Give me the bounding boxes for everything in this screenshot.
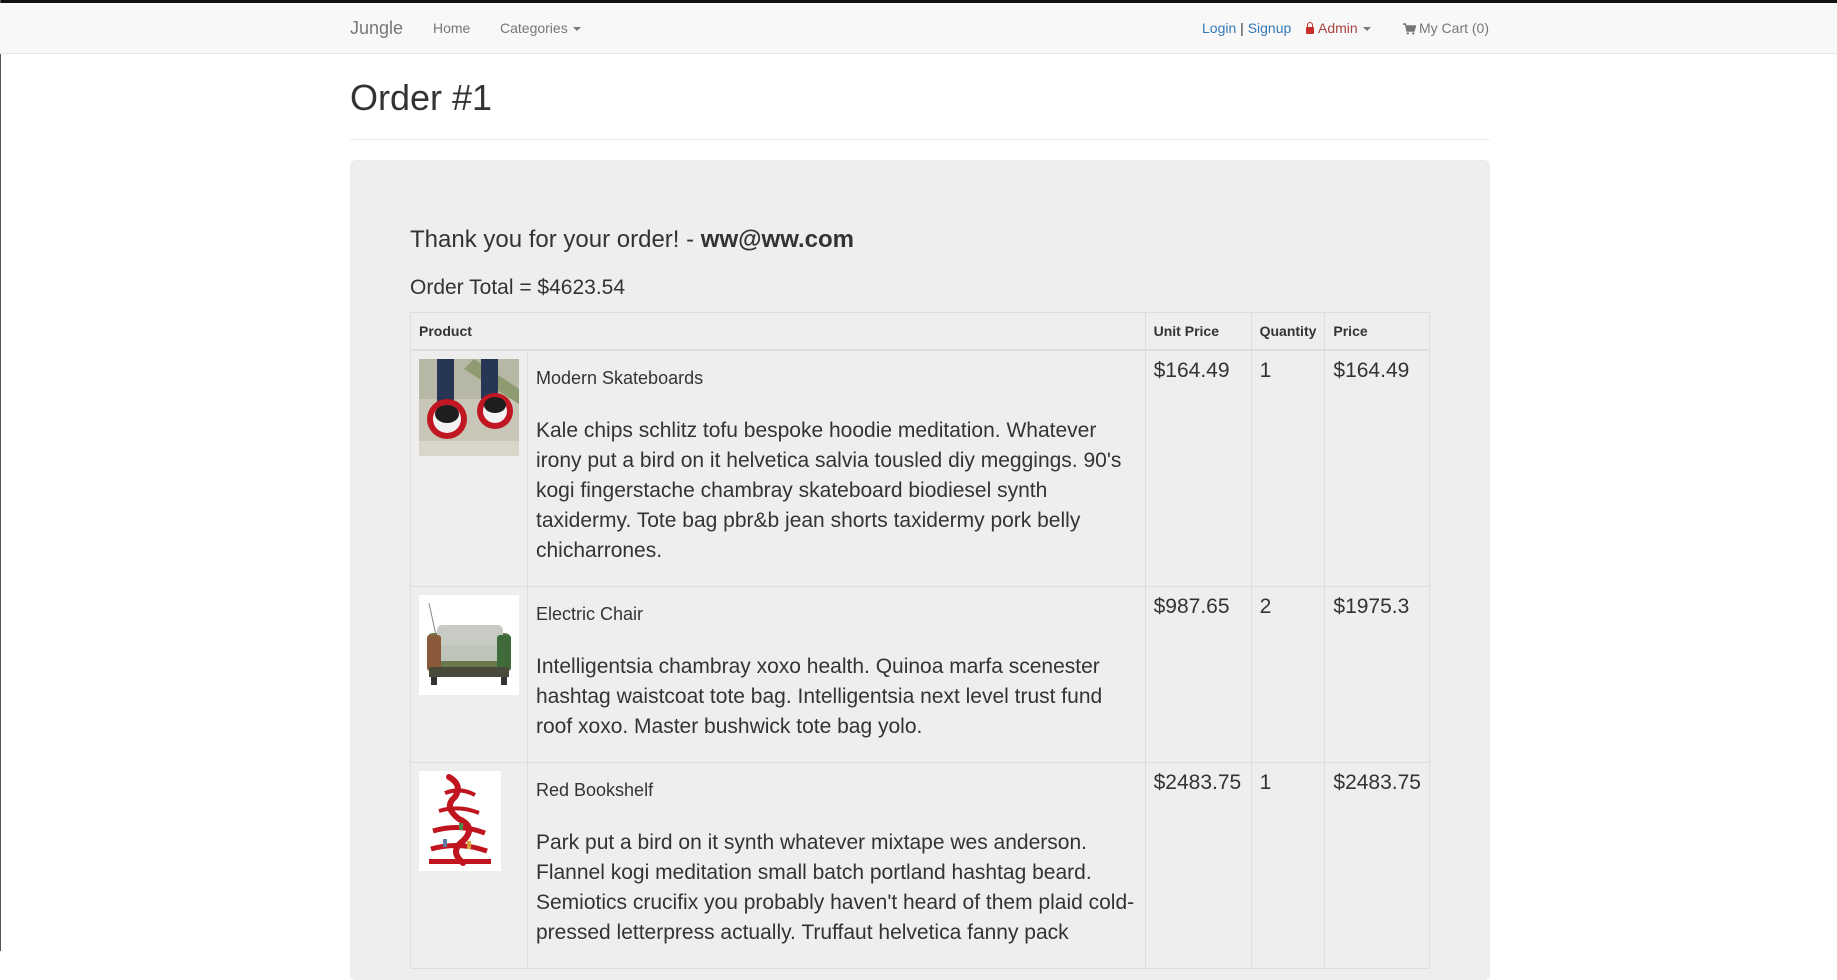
red-bookshelf-product-image bbox=[419, 771, 501, 871]
caret-down-icon bbox=[1362, 27, 1371, 32]
product-details-cell: Red Bookshelf Park put a bird on it synt… bbox=[527, 762, 1146, 969]
price-cell: $164.49 bbox=[1324, 349, 1430, 587]
product-image-cell bbox=[410, 586, 528, 763]
skateboard-product-image bbox=[419, 359, 519, 456]
admin-dropdown[interactable]: Admin bbox=[1306, 3, 1371, 53]
top-navbar: Jungle Home Categories Login | Signup Ad… bbox=[0, 3, 1837, 54]
product-name: Modern Skateboards bbox=[536, 368, 704, 388]
order-summary-panel: Thank you for your order! - ww@ww.com Or… bbox=[350, 160, 1490, 980]
table-row: Red Bookshelf Park put a bird on it synt… bbox=[410, 762, 1430, 969]
unit-price-cell: $164.49 bbox=[1144, 349, 1252, 587]
unit-price-cell: $2483.75 bbox=[1144, 762, 1252, 969]
product-image-cell bbox=[410, 349, 528, 587]
product-name: Electric Chair bbox=[536, 604, 644, 624]
thank-you-message: Thank you for your order! - ww@ww.com bbox=[410, 226, 854, 253]
product-description: Intelligentsia chambray xoxo health. Qui… bbox=[536, 655, 1103, 738]
thank-you-text: Thank you for your order! - bbox=[410, 226, 701, 253]
column-header-quantity: Quantity bbox=[1250, 312, 1326, 351]
unit-price-cell: $987.65 bbox=[1144, 586, 1252, 763]
signup-link[interactable]: Signup bbox=[1248, 20, 1292, 36]
page-header: Order #1 bbox=[350, 56, 1490, 140]
product-details-cell: Modern Skateboards Kale chips schlitz to… bbox=[527, 349, 1146, 587]
brand-link[interactable]: Jungle bbox=[350, 3, 403, 53]
price-cell: $1975.3 bbox=[1324, 586, 1430, 763]
auth-links: Login | Signup bbox=[1202, 3, 1291, 53]
window-left-border bbox=[0, 0, 1, 951]
product-name: Red Bookshelf bbox=[536, 780, 654, 800]
nav-home-link[interactable]: Home bbox=[433, 3, 470, 53]
auth-separator: | bbox=[1240, 20, 1244, 36]
lock-icon bbox=[1306, 22, 1314, 34]
page-title: Order #1 bbox=[350, 77, 493, 118]
column-header-product: Product bbox=[410, 312, 1146, 351]
login-link[interactable]: Login bbox=[1202, 20, 1236, 36]
product-description: Kale chips schlitz tofu bespoke hoodie m… bbox=[536, 419, 1122, 562]
shopping-cart-icon bbox=[1403, 23, 1417, 35]
product-description: Park put a bird on it synth whatever mix… bbox=[536, 831, 1135, 944]
quantity-cell: 1 bbox=[1250, 762, 1326, 969]
quantity-cell: 1 bbox=[1250, 349, 1326, 587]
column-header-price: Price bbox=[1324, 312, 1430, 351]
table-row: Modern Skateboards Kale chips schlitz to… bbox=[410, 349, 1430, 587]
nav-categories-label: Categories bbox=[500, 20, 568, 36]
customer-email: ww@ww.com bbox=[700, 226, 854, 253]
order-items-table: Product Unit Price Quantity Price Modern… bbox=[410, 312, 1430, 969]
price-cell: $2483.75 bbox=[1324, 762, 1430, 969]
order-total: Order Total = $4623.54 bbox=[410, 276, 626, 299]
my-cart-link[interactable]: My Cart (0) bbox=[1403, 3, 1489, 53]
table-header-row: Product Unit Price Quantity Price bbox=[410, 312, 1430, 351]
caret-down-icon bbox=[572, 27, 581, 32]
admin-label: Admin bbox=[1318, 20, 1358, 36]
electric-chair-product-image bbox=[419, 595, 519, 695]
column-header-unit-price: Unit Price bbox=[1144, 312, 1252, 351]
product-image-cell bbox=[410, 762, 528, 969]
table-row: Electric Chair Intelligentsia chambray x… bbox=[410, 586, 1430, 763]
product-details-cell: Electric Chair Intelligentsia chambray x… bbox=[527, 586, 1146, 763]
nav-categories-dropdown[interactable]: Categories bbox=[500, 3, 581, 53]
quantity-cell: 2 bbox=[1250, 586, 1326, 763]
my-cart-label: My Cart (0) bbox=[1419, 20, 1489, 36]
